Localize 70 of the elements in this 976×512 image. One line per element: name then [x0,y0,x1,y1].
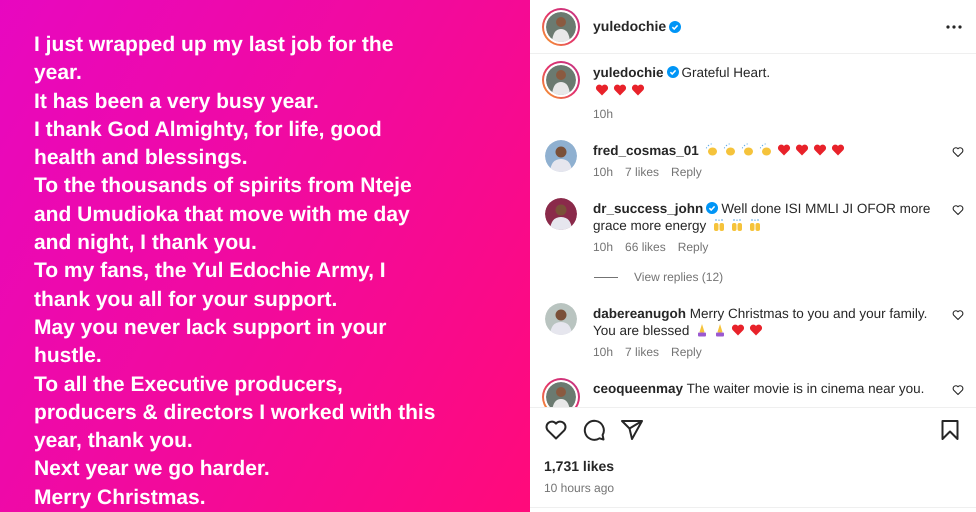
username[interactable]: yuledochie [593,65,664,80]
post-text-line: May you never lack support in your [34,314,388,341]
post-text-line: To the thousands of spirits from Nteje [34,173,413,200]
post-text-line: I just wrapped up my last job for the [34,32,394,58]
username[interactable]: dabereanugoh [593,306,686,321]
reply-button[interactable]: Reply [671,163,702,181]
post-text-line: thank you all for your support. [34,286,338,313]
post-text-line: and Umudioka that move with me day [34,202,411,228]
clapping-hands-emoji-icon [758,143,773,157]
post-text-line: and night, I thank you. [34,230,258,256]
comment-text: dr_success_john Well done ISI MMLI JI OFOR more grace more energy [593,200,932,234]
post-text-line: To all the Executive producers, [34,372,344,398]
view-replies-link[interactable]: View replies (12) [634,268,724,286]
post-text-line: producers & directors I worked with this [34,400,436,426]
post-text-line: It has been a very busy year. [34,88,320,115]
username[interactable]: fred_cosmas_01 [593,143,699,158]
post-text-line: I thank God Almighty, for life, good [34,116,383,143]
avatar[interactable] [542,378,580,407]
like-count[interactable]: 7 likes [625,163,660,181]
reply-button[interactable]: Reply [678,238,708,256]
raised-hands-emoji-icon [730,218,744,232]
heart-emoji-icon [812,143,827,157]
username[interactable]: dr_success_john [593,201,704,216]
heart-emoji-icon [776,143,791,157]
more-options-icon[interactable] [946,24,962,28]
comment-text: dabereanugoh Merry Christmas to you and your family. You are blessed [593,305,928,339]
like-heart-icon[interactable] [952,204,964,216]
like-count[interactable]: 1,731 likes [544,456,962,477]
like-icon[interactable] [544,418,568,442]
comment-text: ceoqueenmay The waiter movie is in cinema near you. [593,380,926,397]
timestamp: 10h [593,106,614,123]
reply-button[interactable]: Reply [671,343,702,361]
post-text-line: hustle. [34,343,103,370]
share-icon[interactable] [620,418,644,442]
avatar[interactable] [542,61,580,99]
clapping-hands-emoji-icon [704,143,719,157]
avatar[interactable] [545,140,577,172]
like-count[interactable]: 7 likes [625,343,660,361]
heart-emoji-icon [794,143,809,157]
heart-emoji-icon [830,143,845,157]
clapping-hands-emoji-icon [722,143,737,157]
like-count[interactable]: 66 likes [625,238,666,256]
timestamp: 10h [593,239,614,256]
caption-text: yuledochie Grateful Heart. [593,64,770,82]
post-text-line: year, thank you. [34,428,194,454]
post-text-line: To my fans, the Yul Edochie Army, I [34,258,387,284]
raised-hands-emoji-icon [712,218,726,232]
heart-emoji-icon [595,83,609,97]
post-text-line: Merry Christmas. [34,484,207,511]
timestamp: 10h [593,164,614,181]
timestamp: 10h [593,344,614,361]
like-heart-icon[interactable] [952,309,964,321]
like-heart-icon[interactable] [952,146,964,158]
post-text-line: health and blessings. [34,145,249,172]
heart-emoji-icon [631,83,645,97]
heart-emoji-icon [613,83,627,97]
raised-hands-emoji-icon [748,218,762,232]
username[interactable]: ceoqueenmay [593,381,684,396]
avatar[interactable] [545,198,577,230]
post-text-line: year. [34,60,83,86]
comment-icon[interactable] [582,418,606,442]
post-time: 10 hours ago [544,480,616,497]
clapping-hands-emoji-icon [740,143,755,157]
username[interactable]: yuledochie [593,16,666,37]
avatar[interactable] [542,8,580,46]
like-heart-icon[interactable] [952,384,964,396]
heart-emoji-icon [731,323,746,337]
heart-emoji-icon [749,323,764,337]
post-text-line: Next year we go harder. [34,456,271,482]
avatar[interactable] [545,303,577,335]
